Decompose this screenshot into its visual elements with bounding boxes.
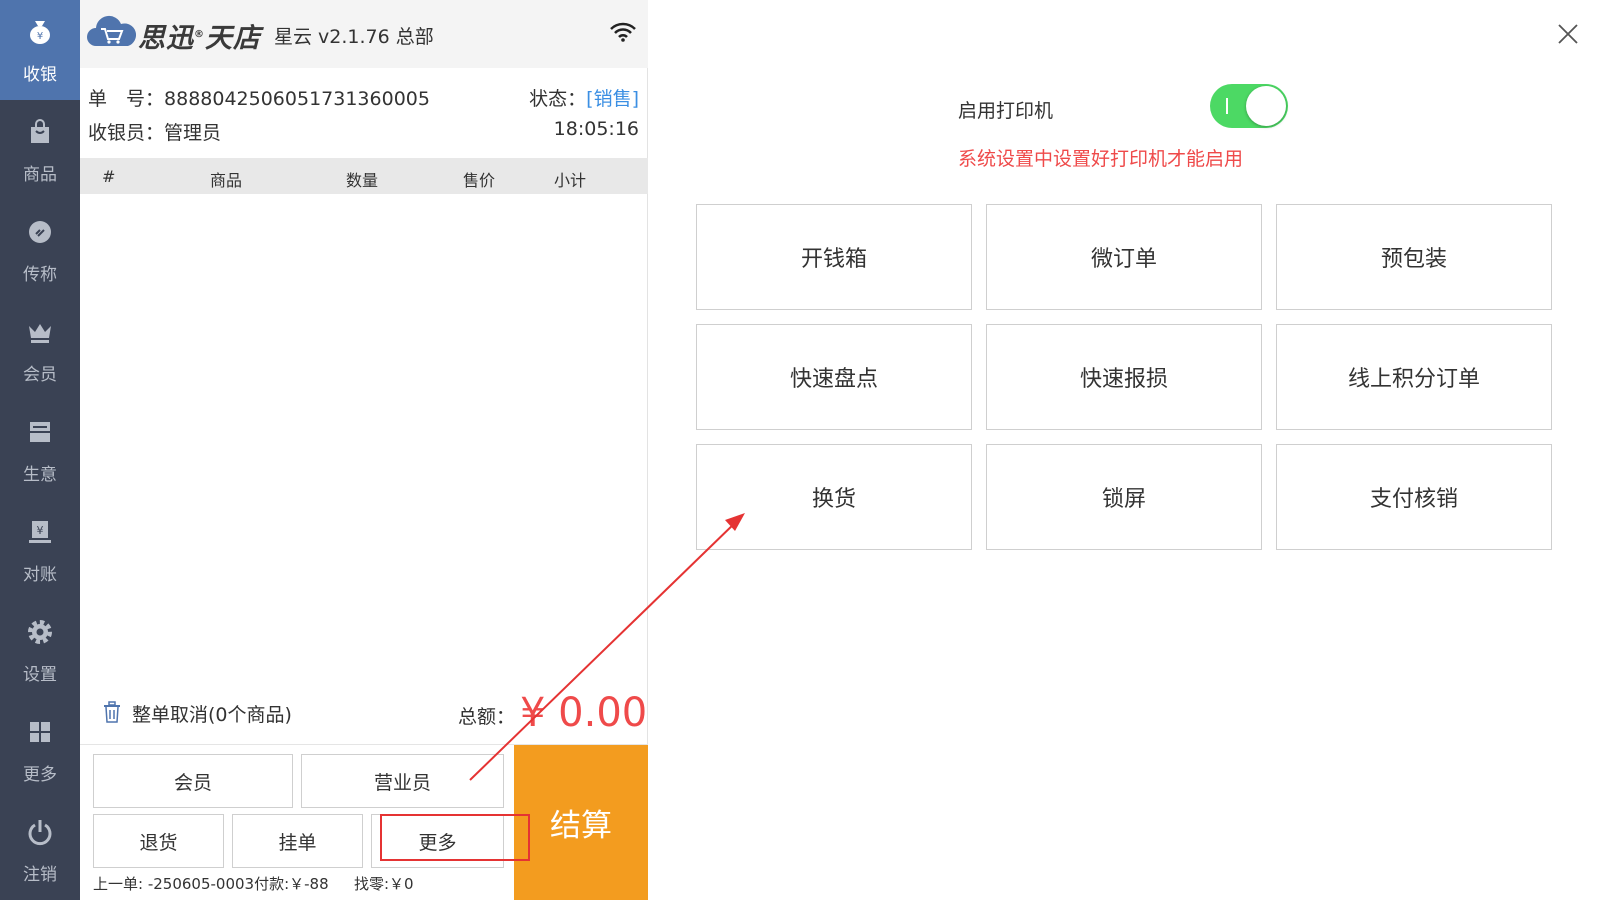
order-status: 状态：[销售] (529, 88, 639, 110)
sidebar-item-label: 注销 (23, 865, 57, 885)
cash-bag-icon: ¥ (30, 21, 50, 44)
sidebar-item-label: 设置 (23, 665, 57, 685)
sidebar-item-cashier[interactable]: ¥ 收银 (0, 0, 80, 100)
wifi-icon (610, 22, 636, 42)
cancel-order-label: 整单取消(0个商品) (132, 704, 292, 726)
grid-icon (30, 722, 50, 742)
change-info: 找零:￥0 (354, 875, 414, 893)
trash-icon (104, 701, 120, 723)
sidebar-item-reconcile[interactable]: ¥ 对账 (0, 500, 80, 600)
version-label: 星云 v2.1.76 总部 (274, 26, 434, 48)
prepackage-button[interactable]: 预包装 (1276, 204, 1552, 310)
status-badge: [销售] (586, 88, 639, 110)
more-button[interactable]: 更多 (371, 814, 504, 868)
micro-order-button[interactable]: 微订单 (986, 204, 1262, 310)
brand-logo: 思迅®天店 (138, 23, 261, 54)
payment-verify-button[interactable]: 支付核销 (1276, 444, 1552, 550)
column-header: # (102, 167, 116, 186)
open-cash-drawer-button[interactable]: 开钱箱 (696, 204, 972, 310)
sidebar-item-products[interactable]: 商品 (0, 100, 80, 200)
sidebar-item-label: 收银 (23, 65, 57, 85)
sidebar-item-label: 生意 (23, 465, 57, 485)
return-button[interactable]: 退货 (93, 814, 224, 868)
items-table-header: # 商品 数量 售价 小计 (80, 158, 648, 194)
sidebar-item-label: 会员 (23, 365, 57, 385)
power-icon (28, 820, 52, 846)
exchange-goods-button[interactable]: 换货 (696, 444, 972, 550)
sidebar-item-business[interactable]: 生意 (0, 400, 80, 500)
cloud-cart-logo-icon (87, 15, 136, 46)
printer-warning: 系统设置中设置好打印机才能启用 (958, 148, 1244, 170)
svg-text:¥: ¥ (37, 31, 43, 42)
hold-order-button[interactable]: 挂单 (232, 814, 363, 868)
sidebar-item-member[interactable]: 会员 (0, 300, 80, 400)
member-button[interactable]: 会员 (93, 754, 293, 808)
quick-loss-report-button[interactable]: 快速报损 (986, 324, 1262, 430)
total-label: 总额： (458, 706, 516, 728)
ledger-icon (30, 422, 50, 442)
column-header: 售价 (463, 171, 496, 190)
salesperson-button[interactable]: 营业员 (301, 754, 504, 808)
sidebar-item-label: 更多 (23, 765, 57, 785)
more-functions-panel: 启用打印机 系统设置中设置好打印机才能启用 开钱箱 微订单 预包装 快速盘点 快… (648, 0, 1600, 900)
sidebar-item-settings[interactable]: 设置 (0, 600, 80, 700)
sidebar-item-label: 商品 (23, 165, 57, 185)
sidebar-item-label: 对账 (23, 565, 57, 585)
gear-icon (28, 620, 52, 644)
settle-button[interactable]: 结算 (514, 745, 648, 900)
last-order-info: 上一单: -250605-0003付款:￥-88 (93, 875, 329, 893)
scale-icon (29, 221, 51, 243)
column-header: 数量 (346, 171, 379, 190)
printer-toggle-label: 启用打印机 (958, 100, 1054, 122)
quick-stocktake-button[interactable]: 快速盘点 (696, 324, 972, 430)
crown-icon (29, 324, 51, 343)
online-points-order-button[interactable]: 线上积分订单 (1276, 324, 1552, 430)
printer-toggle[interactable] (1210, 84, 1288, 128)
column-header: 小计 (554, 171, 587, 190)
toggle-on-mark (1226, 98, 1228, 114)
reconcile-icon: ¥ (29, 521, 51, 543)
toggle-knob (1246, 86, 1286, 126)
cashier-name: 收银员：管理员 (88, 122, 222, 144)
column-header: 商品 (210, 171, 243, 190)
order-number: 单 号：8888042506051731360005 (88, 88, 430, 110)
header-bar: 思迅®天店 星云 v2.1.76 总部 (80, 0, 648, 68)
sidebar-item-logout[interactable]: 注销 (0, 800, 80, 900)
shopping-bag-icon (31, 119, 49, 143)
sidebar-item-more[interactable]: 更多 (0, 700, 80, 800)
svg-text:¥: ¥ (37, 524, 44, 537)
close-icon[interactable] (1556, 22, 1580, 46)
sidebar-item-label: 传称 (23, 265, 57, 285)
current-time: 18:05:16 (553, 118, 639, 140)
sidebar: ¥ 收银 商品 传称 会员 生意 ¥ 对账 设置 更多 注销 (0, 0, 80, 900)
lock-screen-button[interactable]: 锁屏 (986, 444, 1262, 550)
app-root: ¥ 收银 商品 传称 会员 生意 ¥ 对账 设置 更多 注销 思迅®天店 星云 … (0, 0, 1600, 900)
total-amount: ¥ 0.00 (520, 690, 648, 736)
sidebar-item-scale[interactable]: 传称 (0, 200, 80, 300)
cashier-panel: 思迅®天店 星云 v2.1.76 总部 单 号：8888042506051731… (80, 0, 648, 900)
